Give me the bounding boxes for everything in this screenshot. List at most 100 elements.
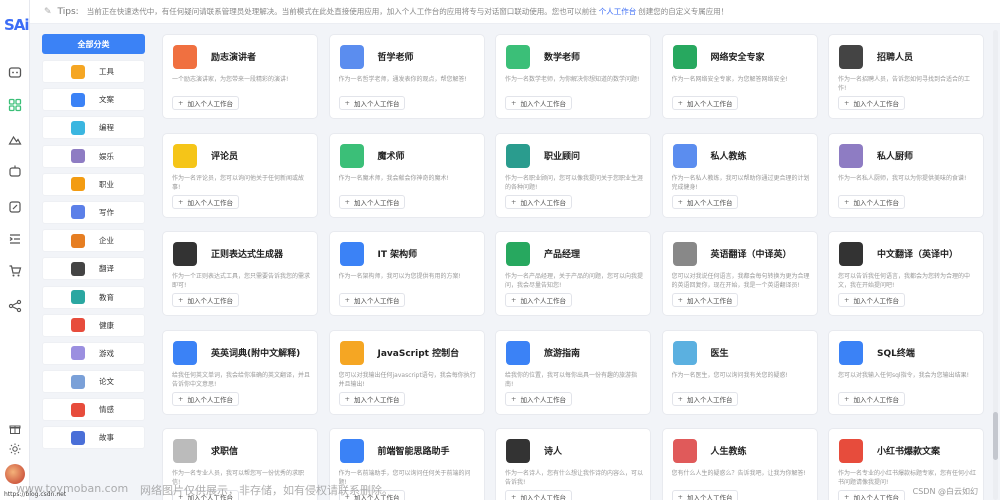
briefcase-icon: [71, 177, 85, 192]
sql-icon: [839, 340, 863, 365]
add-to-workspace-button[interactable]: + 加入个人工作台: [671, 293, 739, 307]
app-card-description: 您可以对我输出任何javascript语句，我会每你执行并且输出!: [338, 371, 476, 388]
add-to-workspace-button[interactable]: + 加入个人工作台: [338, 391, 406, 406]
add-to-workspace-button[interactable]: + 加入个人工作台: [505, 293, 572, 307]
app-card[interactable]: 魔术师 作为一名魔术师，我会献会你神奇的魔术! + 加入个人工作台: [328, 132, 485, 218]
add-to-workspace-button[interactable]: + 加入个人工作台: [172, 293, 239, 307]
app-card[interactable]: 励志演讲者 一个励志演讲家，为您带来一段精彩的演讲! + 加入个人工作台: [162, 34, 318, 119]
edit-icon[interactable]: [6, 198, 24, 216]
scrollbar[interactable]: [993, 30, 998, 500]
add-button-label: 加入个人工作台: [520, 100, 566, 108]
add-to-workspace-button[interactable]: + 加入个人工作台: [338, 96, 406, 110]
tip-bulb-icon: ✎: [44, 6, 52, 17]
category-item[interactable]: 娱乐: [42, 144, 145, 168]
app-card[interactable]: 旅游指南 给我你的位置，我可以每你出具一份有趣的旅游指南! + 加入个人工作台: [495, 329, 651, 415]
app-card[interactable]: 英英词典(附中文解释) 给我任何英文单词，我会给你准确的英文翻译，并且告诉你中文意…: [162, 329, 318, 415]
category-item[interactable]: 教育: [42, 285, 145, 309]
add-to-workspace-button[interactable]: + 加入个人工作台: [338, 293, 406, 307]
app-card[interactable]: 评论员 作为一名评论员，您可以询问他关于任何新闻或故事! + 加入个人工作台: [162, 132, 318, 218]
app-card[interactable]: 职业顾问 作为一名职业顾问，您可以像我提问关于您职业生涯的各种问题! + 加入个人工作…: [495, 132, 651, 218]
app-card-description: 给我你的位置，我可以每你出具一份有趣的旅游指南!: [505, 371, 638, 388]
category-item[interactable]: 企业: [42, 229, 145, 253]
list-indent-icon[interactable]: [6, 230, 24, 248]
add-to-workspace-button[interactable]: + 加入个人工作台: [838, 293, 905, 307]
add-to-workspace-button[interactable]: + 加入个人工作台: [838, 96, 905, 110]
add-to-workspace-button[interactable]: + 加入个人工作台: [671, 391, 739, 406]
robot-icon: [339, 439, 364, 463]
app-card[interactable]: 医生 作为一名医生，您可以询问我有关您的疑惑! + 加入个人工作台: [661, 329, 818, 415]
share-icon[interactable]: [6, 297, 24, 315]
add-button-label: 加入个人工作台: [353, 297, 400, 305]
user-avatar[interactable]: [5, 464, 25, 484]
add-to-workspace-button[interactable]: + 加入个人工作台: [671, 194, 739, 209]
scrollbar-thumb[interactable]: [993, 412, 998, 460]
app-card[interactable]: JavaScript 控制台 您可以对我输出任何javascript语句，我会每你…: [328, 329, 485, 415]
category-item[interactable]: 职业: [42, 172, 145, 196]
add-button-label: 加入个人工作台: [353, 198, 400, 207]
add-button-label: 加入个人工作台: [520, 297, 566, 305]
category-item[interactable]: 工具: [42, 60, 145, 83]
add-to-workspace-button[interactable]: + 加入个人工作台: [338, 194, 406, 209]
app-card-title: 英英词典(附中文解释): [211, 348, 301, 359]
add-to-workspace-button[interactable]: + 加入个人工作台: [505, 96, 572, 110]
globe-icon: [672, 45, 697, 69]
app-card[interactable]: 英语翻译（中译英） 您可以对我说任何语言，我都会每句转换为更为合理的英语回复你，现…: [661, 231, 818, 316]
app-card[interactable]: 产品经理 作为一名产品经理，关于产品的问题，您可以向我提问，我会尽量告知您! + 加入…: [495, 231, 651, 316]
app-card-title: 魔术师: [377, 151, 405, 162]
category-item[interactable]: 情感: [42, 398, 145, 422]
category-item[interactable]: 健康: [42, 313, 145, 337]
add-button-label: 加入个人工作台: [686, 198, 733, 207]
workspace-link[interactable]: 个人工作台: [599, 6, 637, 17]
app-card-title: 招聘人员: [877, 53, 914, 63]
plus-icon: +: [511, 296, 517, 304]
add-to-workspace-button[interactable]: + 加入个人工作台: [172, 194, 239, 209]
app-card-title: 小红书爆款文案: [877, 447, 941, 457]
app-card[interactable]: 私人厨师 作为一名私人厨师，我可以为你提供美味的食谱! + 加入个人工作台: [828, 132, 984, 218]
plus-icon: +: [677, 394, 683, 403]
app-card-title: 私人厨师: [877, 151, 914, 162]
add-button-label: 加入个人工作台: [686, 100, 733, 108]
xhs-icon: [839, 439, 863, 463]
app-card[interactable]: 数学老师 作为一名数学老师，为你解决你想知道的数学问题! + 加入个人工作台: [495, 34, 651, 119]
image-icon[interactable]: [6, 130, 24, 148]
category-all-button[interactable]: 全部分类: [42, 34, 145, 54]
category-item[interactable]: 文案: [42, 88, 145, 112]
app-logo[interactable]: SAi: [4, 16, 30, 34]
app-card-description: 作为一名医生，您可以询问我有关您的疑惑!: [671, 371, 788, 379]
category-item[interactable]: 写作: [42, 200, 145, 224]
category-item[interactable]: 游戏: [42, 341, 145, 365]
add-to-workspace-button[interactable]: + 加入个人工作台: [505, 194, 572, 209]
add-to-workspace-button[interactable]: + 加入个人工作台: [505, 391, 572, 406]
category-item[interactable]: 故事: [42, 426, 145, 450]
left-rail: SAi: [0, 0, 30, 500]
add-to-workspace-button[interactable]: + 加入个人工作台: [172, 391, 239, 406]
app-card-title: 人生教练: [710, 447, 747, 457]
app-card[interactable]: 中文翻译（英译中） 您可以告诉我任何语言，我都会为您转为合理的中文，我在开始提问吧…: [828, 231, 984, 316]
app-card[interactable]: IT 架构师 作为一名架构师，我可以为您提供有用的方案! + 加入个人工作台: [328, 231, 485, 316]
apps-grid-icon[interactable]: [6, 96, 24, 114]
app-card[interactable]: SQL终端 您可以对我输入任何sql指令，我会为您输出结果! + 加入个人工作台: [828, 329, 984, 415]
gift-icon[interactable]: [6, 420, 24, 438]
add-to-workspace-button[interactable]: + 加入个人工作台: [838, 194, 905, 209]
category-item[interactable]: 编程: [42, 116, 145, 140]
code-icon: [71, 120, 85, 135]
add-to-workspace-button[interactable]: + 加入个人工作台: [172, 96, 239, 110]
add-button-label: 加入个人工作台: [353, 100, 400, 108]
app-card[interactable]: 私人教练 作为一名私人教练，我可以帮助你通过更合理的计划完成健身! + 加入个人工作台: [661, 132, 818, 218]
add-to-workspace-button[interactable]: + 加入个人工作台: [671, 96, 739, 110]
category-item[interactable]: 论文: [42, 370, 145, 394]
plus-icon: +: [511, 394, 517, 403]
app-card[interactable]: 网络安全专家 作为一名网络安全专家，为您解答网络安全! + 加入个人工作台: [661, 34, 818, 119]
cart-icon[interactable]: [6, 262, 24, 280]
sun-icon[interactable]: [6, 440, 24, 458]
app-card[interactable]: 哲学老师 作为一名哲学老师，通发表你的观点，帮您解答! + 加入个人工作台: [328, 34, 485, 119]
robot-icon[interactable]: [6, 162, 24, 180]
add-to-workspace-button[interactable]: + 加入个人工作台: [838, 391, 905, 406]
chat-icon[interactable]: [6, 64, 24, 82]
chef-icon: [839, 143, 863, 168]
add-button-label: 加入个人工作台: [520, 395, 566, 404]
plus-icon: +: [344, 197, 350, 206]
app-card[interactable]: 正则表达式生成器 作为一个正则表达式工具，您只需要告诉我您的需求即可! + 加入个人工…: [162, 231, 318, 316]
category-item[interactable]: 翻译: [42, 257, 145, 281]
app-card[interactable]: 招聘人员 作为一名招聘人员，告诉您如何寻找到合适合的工作! + 加入个人工作台: [828, 34, 984, 119]
